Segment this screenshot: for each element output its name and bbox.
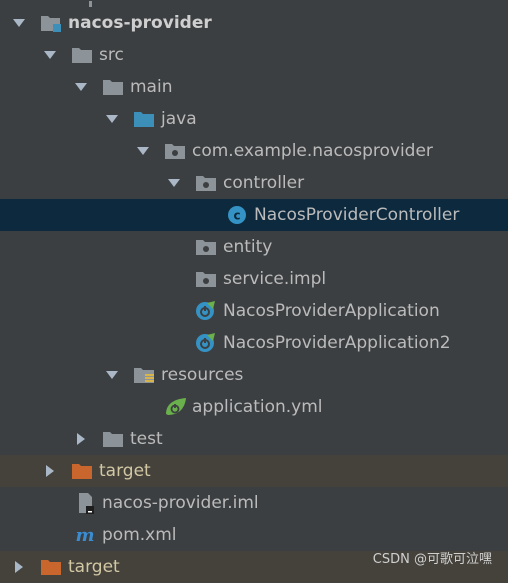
tree-item-label: resources	[161, 365, 244, 385]
package-icon	[195, 173, 217, 193]
tree-item-label: entity	[223, 237, 273, 257]
tree-item-label: java	[161, 109, 197, 129]
tree-item-label: controller	[223, 173, 305, 193]
watermark: CSDN @可歌可泣嘿	[372, 552, 492, 567]
module-folder-icon	[40, 13, 62, 33]
tree-item-application-yml[interactable]: application.yml	[0, 391, 508, 423]
tree-item-label: target	[99, 461, 151, 481]
chevron-down-icon[interactable]	[105, 368, 119, 382]
tree-item-main[interactable]: main	[0, 71, 508, 103]
tree-item-pom-xml[interactable]: m pom.xml	[0, 519, 508, 551]
chevron-down-icon[interactable]	[74, 80, 88, 94]
tree-item-iml-file[interactable]: nacos-provider.iml	[0, 487, 508, 519]
tree-item-package-root[interactable]: com.example.nacosprovider	[0, 135, 508, 167]
scrolled-row-fragment	[86, 0, 96, 7]
resources-folder-icon	[133, 365, 155, 385]
tree-item-label: nacos-provider.iml	[102, 493, 259, 513]
chevron-down-icon[interactable]	[12, 16, 26, 30]
tree-item-label: com.example.nacosprovider	[192, 141, 433, 161]
chevron-right-icon[interactable]	[74, 432, 88, 446]
tree-item-label: target	[68, 557, 120, 577]
tree-item-controller[interactable]: controller	[0, 167, 508, 199]
chevron-down-icon[interactable]	[167, 176, 181, 190]
tree-item-nacos-provider-controller[interactable]: c NacosProviderController	[0, 199, 508, 231]
java-class-icon: c	[226, 205, 248, 225]
tree-item-test[interactable]: test	[0, 423, 508, 455]
tree-item-label: service.impl	[223, 269, 327, 289]
iml-file-icon	[74, 493, 96, 514]
folder-icon	[102, 77, 124, 97]
tree-item-label: src	[99, 45, 124, 65]
folder-icon	[102, 429, 124, 449]
spring-yml-icon	[164, 397, 186, 417]
tree-item-label: NacosProviderApplication2	[223, 333, 451, 353]
tree-item-nacos-provider-application[interactable]: NacosProviderApplication	[0, 295, 508, 327]
source-root-folder-icon	[133, 109, 155, 129]
tree-item-nacos-provider-application2[interactable]: NacosProviderApplication2	[0, 327, 508, 359]
chevron-right-icon[interactable]	[12, 560, 26, 574]
spring-boot-class-icon	[195, 301, 217, 321]
tree-item-label: nacos-provider	[68, 13, 212, 33]
tree-item-label: main	[130, 77, 173, 97]
spring-boot-class-icon	[195, 333, 217, 353]
tree-item-label: pom.xml	[102, 525, 177, 545]
tree-item-label: NacosProviderApplication	[223, 301, 440, 321]
tree-item-label: NacosProviderController	[254, 205, 460, 225]
tree-item-label: test	[130, 429, 163, 449]
tree-item-resources[interactable]: resources	[0, 359, 508, 391]
tree-item-label: application.yml	[192, 397, 323, 417]
tree-item-entity[interactable]: entity	[0, 231, 508, 263]
tree-item-service-impl[interactable]: service.impl	[0, 263, 508, 295]
tree-item-target[interactable]: target	[0, 455, 508, 487]
tree-item-src[interactable]: src	[0, 39, 508, 71]
folder-icon	[71, 45, 93, 65]
tree-item-java[interactable]: java	[0, 103, 508, 135]
excluded-folder-icon	[40, 557, 62, 577]
package-icon	[195, 269, 217, 289]
chevron-down-icon[interactable]	[105, 112, 119, 126]
chevron-right-icon[interactable]	[43, 464, 57, 478]
package-icon	[164, 141, 186, 161]
maven-icon: m	[74, 525, 96, 545]
chevron-down-icon[interactable]	[136, 144, 150, 158]
excluded-folder-icon	[71, 461, 93, 481]
package-icon	[195, 237, 217, 257]
svg-text:c: c	[233, 209, 240, 223]
svg-text:m: m	[75, 525, 94, 545]
tree-item-nacos-provider[interactable]: nacos-provider	[0, 7, 508, 39]
chevron-down-icon[interactable]	[43, 48, 57, 62]
